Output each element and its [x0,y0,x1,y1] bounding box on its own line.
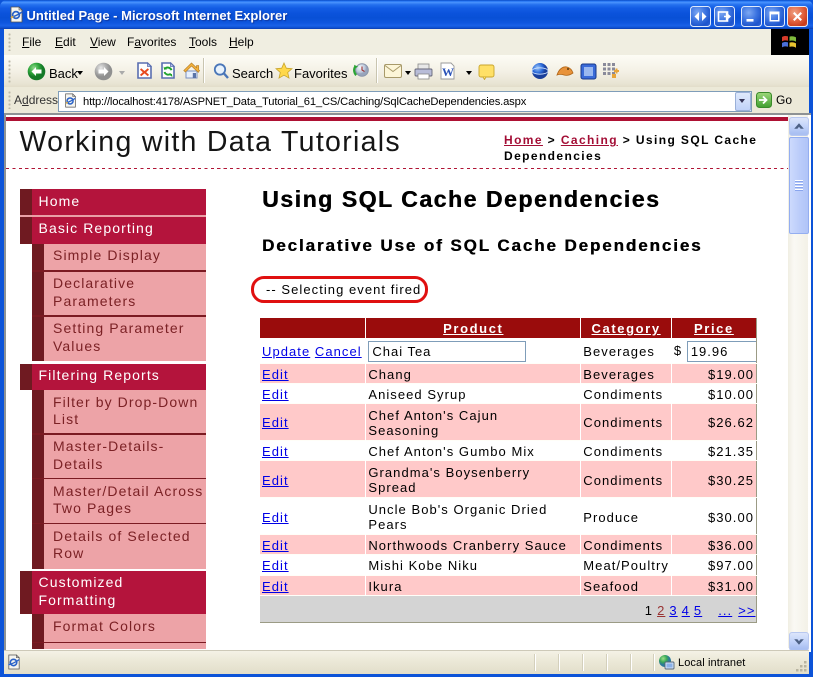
svg-text:W: W [442,65,454,79]
